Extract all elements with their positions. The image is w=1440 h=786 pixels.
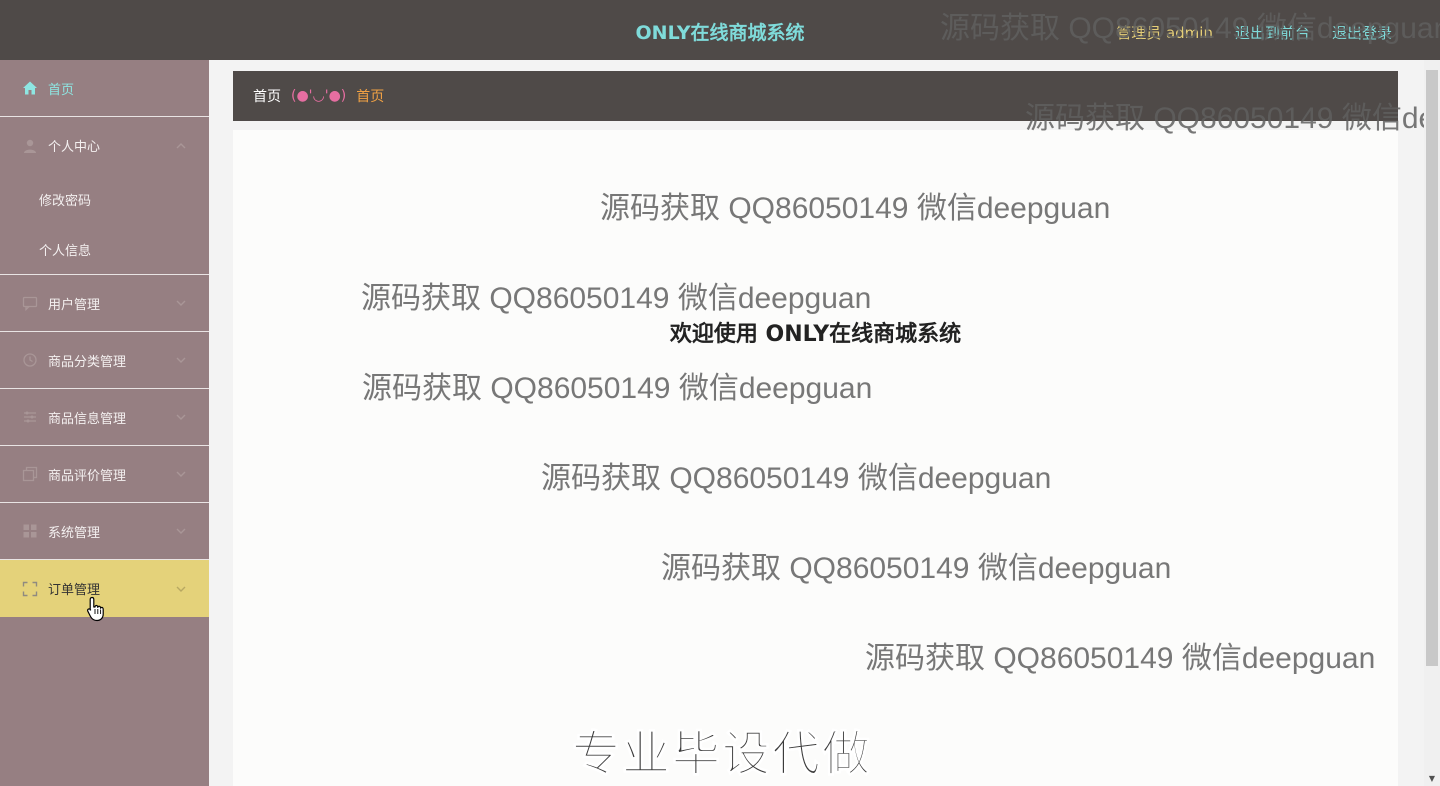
sidebar-item-label: 个人中心 — [48, 140, 101, 155]
chevron-down-icon — [175, 354, 187, 366]
scroll-down-arrow-icon[interactable]: ▼ — [1427, 774, 1437, 784]
sidebar-item-personal-center[interactable]: 个人中心 — [0, 117, 209, 174]
main-content: 欢迎使用 ONLY在线商城系统 — [233, 130, 1398, 786]
copy-icon — [22, 466, 38, 482]
sidebar-item-change-password[interactable]: 修改密码 — [0, 174, 209, 224]
breadcrumb-home-link[interactable]: 首页 — [253, 86, 281, 106]
sidebar-item-label: 商品信息管理 — [48, 411, 127, 427]
scrollbar-thumb[interactable] — [1426, 70, 1438, 666]
chevron-down-icon — [175, 411, 187, 423]
sidebar-item-personal-info[interactable]: 个人信息 — [0, 224, 209, 274]
admin-label: 管理员 admin — [1116, 24, 1213, 42]
chevron-down-icon — [175, 525, 187, 537]
sidebar-item-user-management[interactable]: 用户管理 — [0, 275, 209, 332]
chat-icon — [22, 295, 38, 311]
breadcrumb: 首页 (●'◡'●) 首页 — [233, 71, 1398, 121]
home-icon — [22, 80, 38, 96]
sidebar-item-label: 首页 — [48, 82, 75, 98]
sidebar-item-category-management[interactable]: 商品分类管理 — [0, 332, 209, 389]
back-to-front-link[interactable]: 退出到前台 — [1235, 22, 1310, 43]
chevron-down-icon — [175, 468, 187, 480]
sliders-icon — [22, 409, 38, 425]
breadcrumb-current: 首页 — [356, 89, 385, 105]
fullscreen-icon — [22, 581, 38, 597]
header-actions: 管理员 admin 退出到前台 退出登录 — [1116, 22, 1392, 43]
hand-cursor-icon — [86, 596, 106, 622]
breadcrumb-separator-face: (●'◡'●) — [291, 88, 347, 104]
grid-icon — [22, 523, 38, 539]
sidebar-item-system-management[interactable]: 系统管理 — [0, 503, 209, 560]
chevron-up-icon — [175, 140, 187, 152]
sidebar-item-label: 商品评价管理 — [48, 468, 127, 484]
personal-center-submenu: 修改密码 个人信息 — [0, 174, 209, 275]
chevron-down-icon — [175, 297, 187, 309]
page-scrollbar[interactable]: ▼ — [1424, 60, 1440, 786]
sidebar-item-review-management[interactable]: 商品评价管理 — [0, 446, 209, 503]
sidebar-item-product-management[interactable]: 商品信息管理 — [0, 389, 209, 446]
logout-link[interactable]: 退出登录 — [1332, 22, 1392, 43]
sidebar-item-label: 商品分类管理 — [48, 354, 127, 370]
sidebar-item-label: 用户管理 — [48, 297, 101, 313]
top-header: ONLY在线商城系统 管理员 admin 退出到前台 退出登录 — [0, 0, 1440, 60]
clock-icon — [22, 352, 38, 368]
user-icon — [22, 138, 38, 154]
chevron-down-icon — [175, 583, 187, 595]
sidebar: 首页 个人中心 修改密码 个人信息 用户管理 商品分类管理 商品信息管理 商品评… — [0, 60, 209, 786]
sidebar-item-label: 系统管理 — [48, 525, 101, 541]
sidebar-item-home[interactable]: 首页 — [0, 60, 209, 117]
welcome-heading: 欢迎使用 ONLY在线商城系统 — [669, 322, 962, 347]
